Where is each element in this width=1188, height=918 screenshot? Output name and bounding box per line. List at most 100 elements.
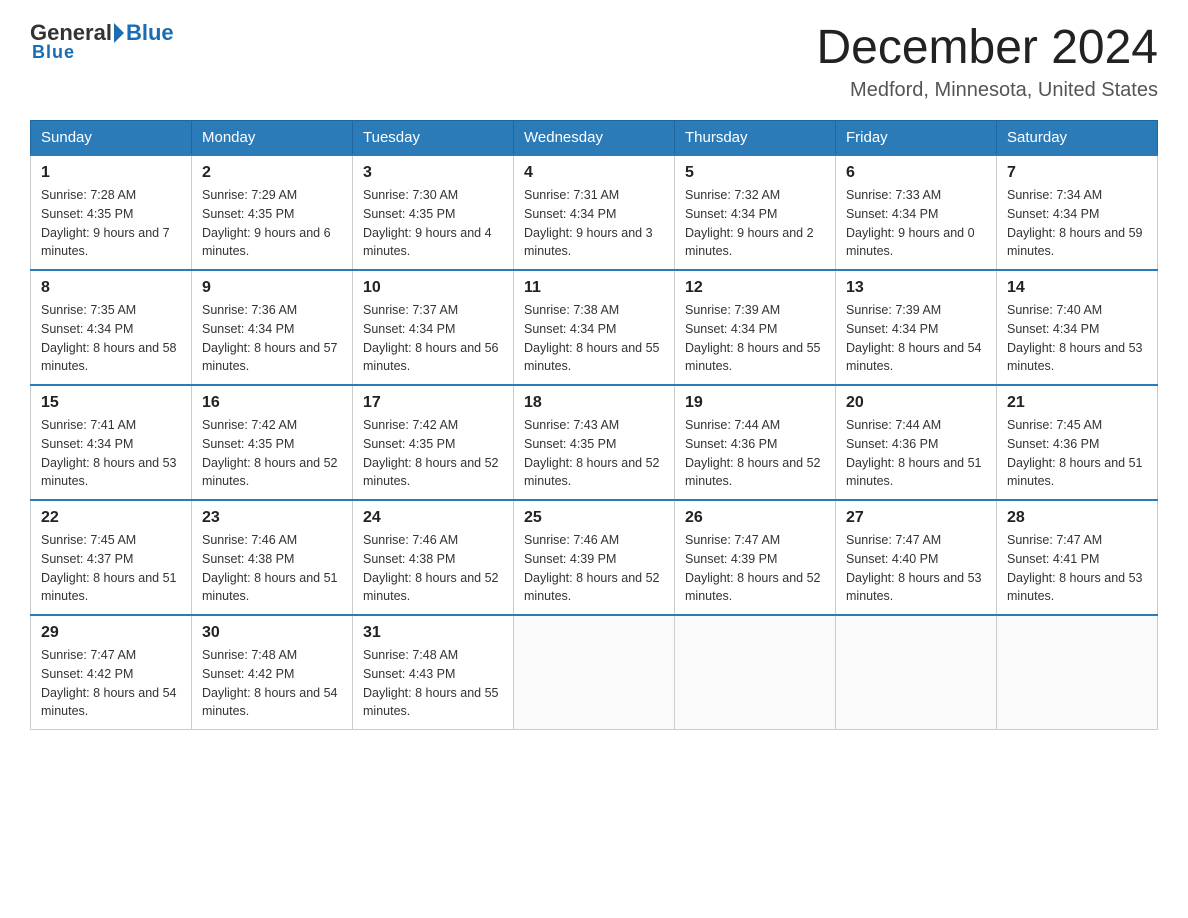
logo-blue-text: Blue xyxy=(126,20,174,46)
day-cell: 6Sunrise: 7:33 AMSunset: 4:34 PMDaylight… xyxy=(836,155,997,270)
day-cell: 8Sunrise: 7:35 AMSunset: 4:34 PMDaylight… xyxy=(31,270,192,385)
week-row-4: 22 Sunrise: 7:45 AMSunset: 4:37 PMDayligh… xyxy=(31,500,1158,615)
day-info: Sunrise: 7:29 AMSunset: 4:35 PMDaylight:… xyxy=(202,186,342,261)
day-cell: 18 Sunrise: 7:43 AMSunset: 4:35 PMDayligh… xyxy=(514,385,675,500)
day-info: Sunrise: 7:47 AMSunset: 4:42 PMDaylight:… xyxy=(41,646,181,721)
day-cell: 27 Sunrise: 7:47 AMSunset: 4:40 PMDayligh… xyxy=(836,500,997,615)
day-number: 23 xyxy=(202,509,342,527)
day-cell: 2 Sunrise: 7:29 AMSunset: 4:35 PMDaylight… xyxy=(192,155,353,270)
day-number: 27 xyxy=(846,509,986,527)
day-number: 17 xyxy=(363,394,503,412)
day-cell: 30Sunrise: 7:48 AMSunset: 4:42 PMDayligh… xyxy=(192,615,353,730)
day-info: Sunrise: 7:40 AMSunset: 4:34 PMDaylight:… xyxy=(1007,301,1147,376)
day-number: 29 xyxy=(41,624,181,642)
header-area: General Blue Blue December 2024 Medford,… xyxy=(30,20,1158,102)
day-number: 25 xyxy=(524,509,664,527)
day-number: 26 xyxy=(685,509,825,527)
day-info: Sunrise: 7:48 AMSunset: 4:43 PMDaylight:… xyxy=(363,646,503,721)
day-cell: 14Sunrise: 7:40 AMSunset: 4:34 PMDayligh… xyxy=(997,270,1158,385)
day-cell xyxy=(514,615,675,730)
day-number: 10 xyxy=(363,279,503,297)
day-number: 30 xyxy=(202,624,342,642)
day-info: Sunrise: 7:47 AMSunset: 4:41 PMDaylight:… xyxy=(1007,531,1147,606)
day-info: Sunrise: 7:42 AMSunset: 4:35 PMDaylight:… xyxy=(363,416,503,491)
week-row-3: 15 Sunrise: 7:41 AMSunset: 4:34 PMDayligh… xyxy=(31,385,1158,500)
col-header-wednesday: Wednesday xyxy=(514,121,675,156)
day-number: 11 xyxy=(524,279,664,297)
day-cell: 15 Sunrise: 7:41 AMSunset: 4:34 PMDayligh… xyxy=(31,385,192,500)
day-number: 4 xyxy=(524,164,664,182)
day-number: 18 xyxy=(524,394,664,412)
day-info: Sunrise: 7:28 AMSunset: 4:35 PMDaylight:… xyxy=(41,186,181,261)
day-info: Sunrise: 7:31 AMSunset: 4:34 PMDaylight:… xyxy=(524,186,664,261)
week-row-1: 1 Sunrise: 7:28 AMSunset: 4:35 PMDaylight… xyxy=(31,155,1158,270)
title-area: December 2024 Medford, Minnesota, United… xyxy=(816,20,1158,102)
day-info: Sunrise: 7:43 AMSunset: 4:35 PMDaylight:… xyxy=(524,416,664,491)
day-number: 1 xyxy=(41,164,181,182)
col-header-saturday: Saturday xyxy=(997,121,1158,156)
day-cell: 20Sunrise: 7:44 AMSunset: 4:36 PMDayligh… xyxy=(836,385,997,500)
day-info: Sunrise: 7:34 AMSunset: 4:34 PMDaylight:… xyxy=(1007,186,1147,261)
day-cell: 10 Sunrise: 7:37 AMSunset: 4:34 PMDayligh… xyxy=(353,270,514,385)
day-number: 19 xyxy=(685,394,825,412)
day-cell xyxy=(836,615,997,730)
day-number: 15 xyxy=(41,394,181,412)
day-number: 16 xyxy=(202,394,342,412)
day-number: 2 xyxy=(202,164,342,182)
calendar-header-row: SundayMondayTuesdayWednesdayThursdayFrid… xyxy=(31,121,1158,156)
day-cell xyxy=(675,615,836,730)
day-cell: 13Sunrise: 7:39 AMSunset: 4:34 PMDayligh… xyxy=(836,270,997,385)
day-info: Sunrise: 7:37 AMSunset: 4:34 PMDaylight:… xyxy=(363,301,503,376)
day-number: 21 xyxy=(1007,394,1147,412)
day-number: 9 xyxy=(202,279,342,297)
day-info: Sunrise: 7:46 AMSunset: 4:39 PMDaylight:… xyxy=(524,531,664,606)
day-cell: 17 Sunrise: 7:42 AMSunset: 4:35 PMDayligh… xyxy=(353,385,514,500)
day-cell: 25 Sunrise: 7:46 AMSunset: 4:39 PMDayligh… xyxy=(514,500,675,615)
col-header-friday: Friday xyxy=(836,121,997,156)
day-cell: 9Sunrise: 7:36 AMSunset: 4:34 PMDaylight… xyxy=(192,270,353,385)
day-info: Sunrise: 7:45 AMSunset: 4:36 PMDaylight:… xyxy=(1007,416,1147,491)
day-info: Sunrise: 7:41 AMSunset: 4:34 PMDaylight:… xyxy=(41,416,181,491)
logo-underline: Blue xyxy=(30,42,75,63)
day-number: 22 xyxy=(41,509,181,527)
day-info: Sunrise: 7:46 AMSunset: 4:38 PMDaylight:… xyxy=(202,531,342,606)
col-header-sunday: Sunday xyxy=(31,121,192,156)
day-cell: 24Sunrise: 7:46 AMSunset: 4:38 PMDayligh… xyxy=(353,500,514,615)
day-number: 31 xyxy=(363,624,503,642)
col-header-monday: Monday xyxy=(192,121,353,156)
page-subtitle: Medford, Minnesota, United States xyxy=(816,79,1158,102)
day-info: Sunrise: 7:42 AMSunset: 4:35 PMDaylight:… xyxy=(202,416,342,491)
day-info: Sunrise: 7:30 AMSunset: 4:35 PMDaylight:… xyxy=(363,186,503,261)
day-info: Sunrise: 7:39 AMSunset: 4:34 PMDaylight:… xyxy=(846,301,986,376)
day-number: 8 xyxy=(41,279,181,297)
day-number: 7 xyxy=(1007,164,1147,182)
day-info: Sunrise: 7:32 AMSunset: 4:34 PMDaylight:… xyxy=(685,186,825,261)
day-cell: 29 Sunrise: 7:47 AMSunset: 4:42 PMDayligh… xyxy=(31,615,192,730)
day-cell xyxy=(997,615,1158,730)
day-cell: 1 Sunrise: 7:28 AMSunset: 4:35 PMDaylight… xyxy=(31,155,192,270)
day-cell: 11 Sunrise: 7:38 AMSunset: 4:34 PMDayligh… xyxy=(514,270,675,385)
col-header-tuesday: Tuesday xyxy=(353,121,514,156)
day-cell: 28Sunrise: 7:47 AMSunset: 4:41 PMDayligh… xyxy=(997,500,1158,615)
day-cell: 7 Sunrise: 7:34 AMSunset: 4:34 PMDaylight… xyxy=(997,155,1158,270)
day-info: Sunrise: 7:47 AMSunset: 4:40 PMDaylight:… xyxy=(846,531,986,606)
day-cell: 16 Sunrise: 7:42 AMSunset: 4:35 PMDayligh… xyxy=(192,385,353,500)
day-cell: 22 Sunrise: 7:45 AMSunset: 4:37 PMDayligh… xyxy=(31,500,192,615)
day-info: Sunrise: 7:45 AMSunset: 4:37 PMDaylight:… xyxy=(41,531,181,606)
day-cell: 5Sunrise: 7:32 AMSunset: 4:34 PMDaylight… xyxy=(675,155,836,270)
day-info: Sunrise: 7:44 AMSunset: 4:36 PMDaylight:… xyxy=(685,416,825,491)
day-number: 12 xyxy=(685,279,825,297)
week-row-2: 8Sunrise: 7:35 AMSunset: 4:34 PMDaylight… xyxy=(31,270,1158,385)
day-cell: 12Sunrise: 7:39 AMSunset: 4:34 PMDayligh… xyxy=(675,270,836,385)
day-cell: 31 Sunrise: 7:48 AMSunset: 4:43 PMDayligh… xyxy=(353,615,514,730)
day-cell: 21 Sunrise: 7:45 AMSunset: 4:36 PMDayligh… xyxy=(997,385,1158,500)
day-info: Sunrise: 7:47 AMSunset: 4:39 PMDaylight:… xyxy=(685,531,825,606)
page-title: December 2024 xyxy=(816,20,1158,75)
day-info: Sunrise: 7:44 AMSunset: 4:36 PMDaylight:… xyxy=(846,416,986,491)
day-info: Sunrise: 7:38 AMSunset: 4:34 PMDaylight:… xyxy=(524,301,664,376)
day-cell: 23 Sunrise: 7:46 AMSunset: 4:38 PMDayligh… xyxy=(192,500,353,615)
day-cell: 4 Sunrise: 7:31 AMSunset: 4:34 PMDaylight… xyxy=(514,155,675,270)
day-number: 6 xyxy=(846,164,986,182)
logo: General Blue Blue xyxy=(30,20,174,63)
day-cell: 3Sunrise: 7:30 AMSunset: 4:35 PMDaylight… xyxy=(353,155,514,270)
